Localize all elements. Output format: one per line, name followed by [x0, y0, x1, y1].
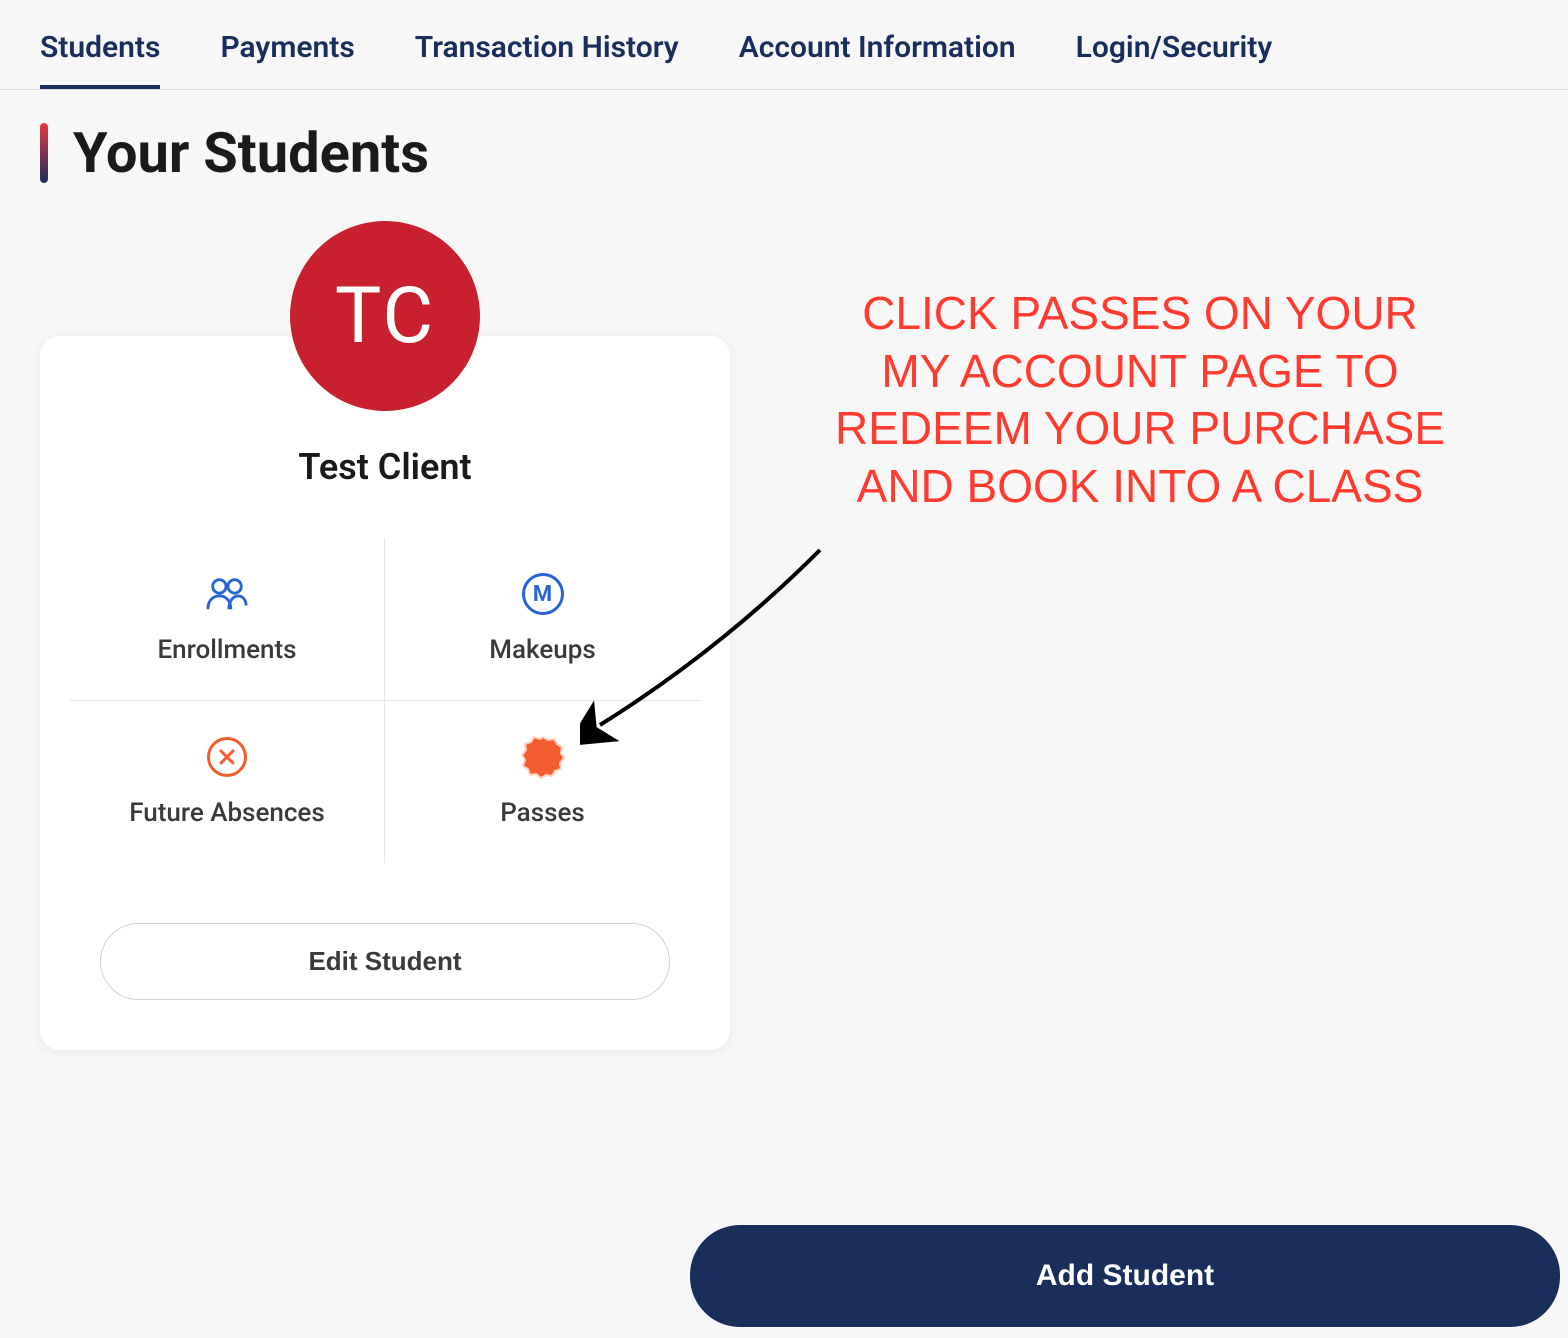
- avatar-initials: TC: [335, 271, 435, 362]
- tile-future-absences[interactable]: Future Absences: [70, 701, 385, 863]
- tile-passes[interactable]: Passes: [385, 701, 700, 863]
- title-accent-bar: [40, 123, 48, 183]
- people-icon: [206, 573, 248, 615]
- absence-icon: [206, 736, 248, 778]
- tab-login-security[interactable]: Login/Security: [1076, 30, 1273, 89]
- add-student-button[interactable]: Add Student: [690, 1225, 1560, 1327]
- annotation-callout: CLICK PASSES ON YOUR MY ACCOUNT PAGE TO …: [830, 285, 1450, 515]
- tab-transaction-history[interactable]: Transaction History: [415, 30, 679, 89]
- tab-payments[interactable]: Payments: [220, 30, 354, 89]
- student-card: TC Test Client Enrollments: [40, 336, 730, 1050]
- student-tiles: Enrollments M Makeups: [70, 538, 700, 863]
- tile-label: Makeups: [489, 635, 595, 665]
- makeup-icon: M: [522, 573, 564, 615]
- edit-student-button[interactable]: Edit Student: [100, 923, 670, 1000]
- tile-label: Passes: [500, 798, 585, 828]
- tile-makeups[interactable]: M Makeups: [385, 538, 700, 701]
- tab-students[interactable]: Students: [40, 30, 160, 89]
- page-title: Your Students: [73, 120, 429, 186]
- page-header: Your Students: [0, 90, 1568, 216]
- navigation-tabs: Students Payments Transaction History Ac…: [0, 0, 1568, 90]
- passes-icon: [522, 736, 564, 778]
- tile-label: Enrollments: [157, 635, 296, 665]
- student-avatar: TC: [290, 221, 480, 411]
- tab-account-information[interactable]: Account Information: [739, 30, 1016, 89]
- tile-enrollments[interactable]: Enrollments: [70, 538, 385, 701]
- tile-label: Future Absences: [129, 798, 324, 828]
